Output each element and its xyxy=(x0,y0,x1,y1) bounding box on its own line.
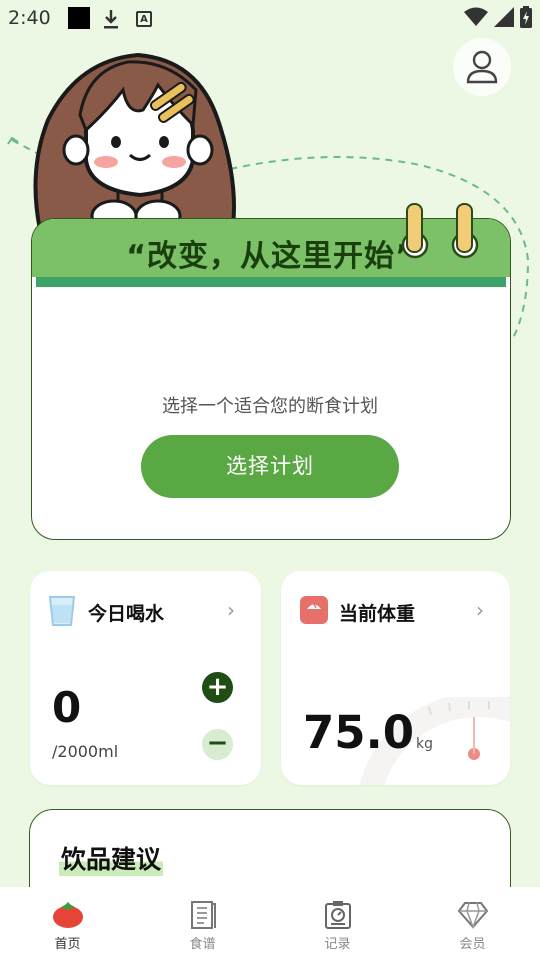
add-water-button[interactable]: + xyxy=(202,672,233,703)
notification-square-icon xyxy=(68,7,90,29)
water-goal-label: /2000ml xyxy=(52,742,119,761)
weight-value: 75.0 kg xyxy=(303,706,433,759)
water-intake-card[interactable]: 今日喝水 › 0 /2000ml + − xyxy=(30,571,261,785)
nav-item-home[interactable]: 首页 xyxy=(0,887,135,960)
nav-item-recipes[interactable]: 食谱 xyxy=(135,887,270,960)
weight-unit: kg xyxy=(416,736,434,752)
girl-illustration xyxy=(33,52,236,233)
bottom-navigation: 首页 食谱 记录 会员 xyxy=(0,887,540,960)
profile-avatar-button[interactable] xyxy=(453,38,511,96)
keyboard-a-icon: A xyxy=(136,11,152,27)
nav-label-recipes: 食谱 xyxy=(189,937,216,952)
drink-suggestions-title: 饮品建议 xyxy=(59,840,164,876)
water-card-title: 今日喝水 xyxy=(88,603,165,625)
status-time: 2:40 xyxy=(8,7,51,29)
signal-icon xyxy=(494,7,514,27)
system-icons xyxy=(464,6,532,28)
wifi-icon xyxy=(464,7,488,26)
plan-card-header-stripe xyxy=(36,277,506,287)
nav-label-records: 记录 xyxy=(324,937,351,952)
choose-plan-button[interactable]: 选择计划 xyxy=(141,435,399,498)
nav-item-records[interactable]: 记录 xyxy=(270,887,405,960)
water-glass-icon xyxy=(48,596,76,626)
user-icon xyxy=(466,50,498,84)
tomato-icon xyxy=(52,899,84,931)
chevron-right-icon: › xyxy=(476,598,484,622)
current-weight-card[interactable]: 当前体重 › 75.0 kg xyxy=(281,571,510,785)
download-icon xyxy=(104,10,118,29)
weight-scale-icon xyxy=(300,596,328,624)
nav-label-home: 首页 xyxy=(54,937,81,952)
plan-card-description: 选择一个适合您的断食计划 xyxy=(162,396,378,417)
weight-number: 75.0 xyxy=(303,706,415,759)
diamond-icon xyxy=(457,899,489,931)
binder-rings-icon xyxy=(401,203,479,259)
chevron-right-icon: › xyxy=(227,598,235,622)
nav-item-membership[interactable]: 会员 xyxy=(405,887,540,960)
recipe-book-icon xyxy=(187,899,219,931)
battery-icon xyxy=(520,6,532,28)
remove-water-button[interactable]: − xyxy=(202,729,233,760)
scale-record-icon xyxy=(322,899,354,931)
nav-label-membership: 会员 xyxy=(459,937,486,952)
water-amount-value: 0 xyxy=(52,683,82,732)
status-bar: 2:40 A xyxy=(0,0,540,36)
weight-card-title: 当前体重 xyxy=(339,603,416,625)
